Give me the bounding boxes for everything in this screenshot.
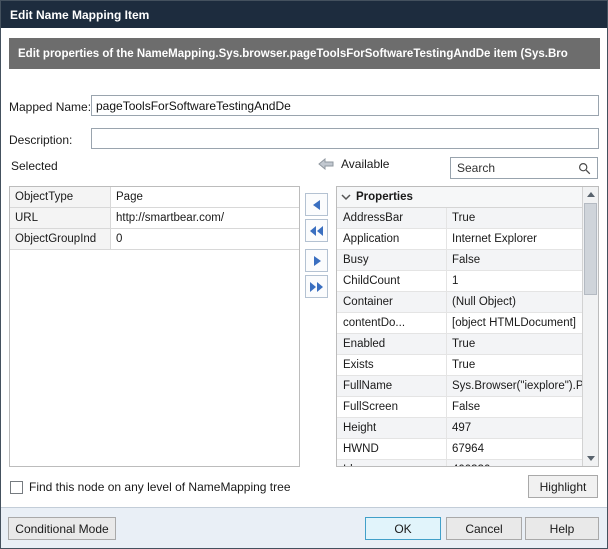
property-name: Exists [337,355,447,375]
property-name: FullName [337,376,447,396]
find-node-checkbox-label[interactable]: Find this node on any level of NameMappi… [29,480,291,494]
properties-rows: Properties AddressBar True Application I… [337,187,582,466]
property-name: FullScreen [337,397,447,417]
property-value: 400330 [447,460,582,466]
header-text: Edit properties of the NameMapping.Sys.b… [18,48,568,60]
property-value: Sys.Browser("iexplore").Page("http:// [447,376,582,396]
properties-group-label: Properties [356,191,413,203]
mapped-name-label: Mapped Name: [9,100,91,114]
arrow-left-icon [311,199,323,211]
property-value: True [447,334,582,354]
triangle-down-icon [587,456,595,461]
highlight-button[interactable]: Highlight [528,475,598,498]
ok-button[interactable]: OK [365,517,441,540]
find-node-checkbox[interactable] [10,481,23,494]
conditional-mode-button[interactable]: Conditional Mode [8,517,116,540]
selected-table-row[interactable]: ObjectGroupInd 0 [10,229,299,250]
property-name: Enabled [337,334,447,354]
property-row[interactable]: Enabled True [337,334,582,355]
description-label: Description: [9,133,72,147]
search-box [450,157,598,179]
selected-table-row[interactable]: URL http://smartbear.com/ [10,208,299,229]
selected-property-value: Page [111,187,299,207]
edit-name-mapping-dialog: Edit Name Mapping Item Edit properties o… [0,0,608,549]
property-row[interactable]: HWND 67964 [337,439,582,460]
selected-property-value: 0 [111,229,299,249]
property-row[interactable]: Container (Null Object) [337,292,582,313]
available-panel-header: Available [318,157,389,171]
property-value: (Null Object) [447,292,582,312]
move-right-button[interactable] [305,249,328,272]
selected-property-name: ObjectGroupInd [10,229,111,249]
available-panel-label: Available [341,157,389,171]
property-value: 1 [447,271,582,291]
property-value: 497 [447,418,582,438]
property-name: Container [337,292,447,312]
property-name: contentDo... [337,313,447,333]
move-all-left-button[interactable] [305,219,328,242]
chevron-down-icon[interactable] [341,194,351,201]
property-name: Height [337,418,447,438]
property-row[interactable]: FullScreen False [337,397,582,418]
properties-group-header[interactable]: Properties [337,187,582,208]
property-value: True [447,355,582,375]
help-button[interactable]: Help [525,517,599,540]
titlebar: Edit Name Mapping Item [1,1,607,28]
move-left-button[interactable] [305,193,328,216]
selected-property-name: ObjectType [10,187,111,207]
property-name: Id [337,460,447,466]
property-value: False [447,397,582,417]
selected-property-value: http://smartbear.com/ [111,208,299,228]
selected-properties-table: ObjectType Page URL http://smartbear.com… [9,186,300,467]
property-row[interactable]: contentDo... [object HTMLDocument] [337,313,582,334]
double-arrow-right-icon [309,281,324,293]
property-row[interactable]: Application Internet Explorer [337,229,582,250]
double-arrow-left-icon [309,225,324,237]
window-title: Edit Name Mapping Item [10,8,149,22]
property-row[interactable]: Id 400330 [337,460,582,466]
available-arrow-icon [318,158,334,170]
property-value: Internet Explorer [447,229,582,249]
selected-property-name: URL [10,208,111,228]
available-properties-grid: Properties AddressBar True Application I… [336,186,599,467]
mapped-name-input[interactable] [91,95,599,116]
triangle-up-icon [587,192,595,197]
selected-panel-label: Selected [11,159,58,173]
property-name: AddressBar [337,208,447,228]
property-row[interactable]: Height 497 [337,418,582,439]
property-name: HWND [337,439,447,459]
cancel-button[interactable]: Cancel [446,517,522,540]
property-name: Application [337,229,447,249]
property-row[interactable]: FullName Sys.Browser("iexplore").Page("h… [337,376,582,397]
header-band: Edit properties of the NameMapping.Sys.b… [9,38,600,69]
vertical-scrollbar[interactable] [582,187,598,466]
search-input[interactable] [451,161,578,175]
search-icon[interactable] [578,162,591,175]
arrow-right-icon [311,255,323,267]
move-all-right-button[interactable] [305,275,328,298]
property-row[interactable]: ChildCount 1 [337,271,582,292]
selected-table-row[interactable]: ObjectType Page [10,187,299,208]
scrollbar-thumb[interactable] [584,203,597,295]
property-name: Busy [337,250,447,270]
property-value: True [447,208,582,228]
scroll-down-button[interactable] [583,451,598,466]
description-input[interactable] [91,128,599,149]
property-value: False [447,250,582,270]
property-row[interactable]: Busy False [337,250,582,271]
scroll-up-button[interactable] [583,187,598,202]
property-row[interactable]: AddressBar True [337,208,582,229]
property-row[interactable]: Exists True [337,355,582,376]
property-name: ChildCount [337,271,447,291]
property-value: 67964 [447,439,582,459]
property-value: [object HTMLDocument] [447,313,582,333]
